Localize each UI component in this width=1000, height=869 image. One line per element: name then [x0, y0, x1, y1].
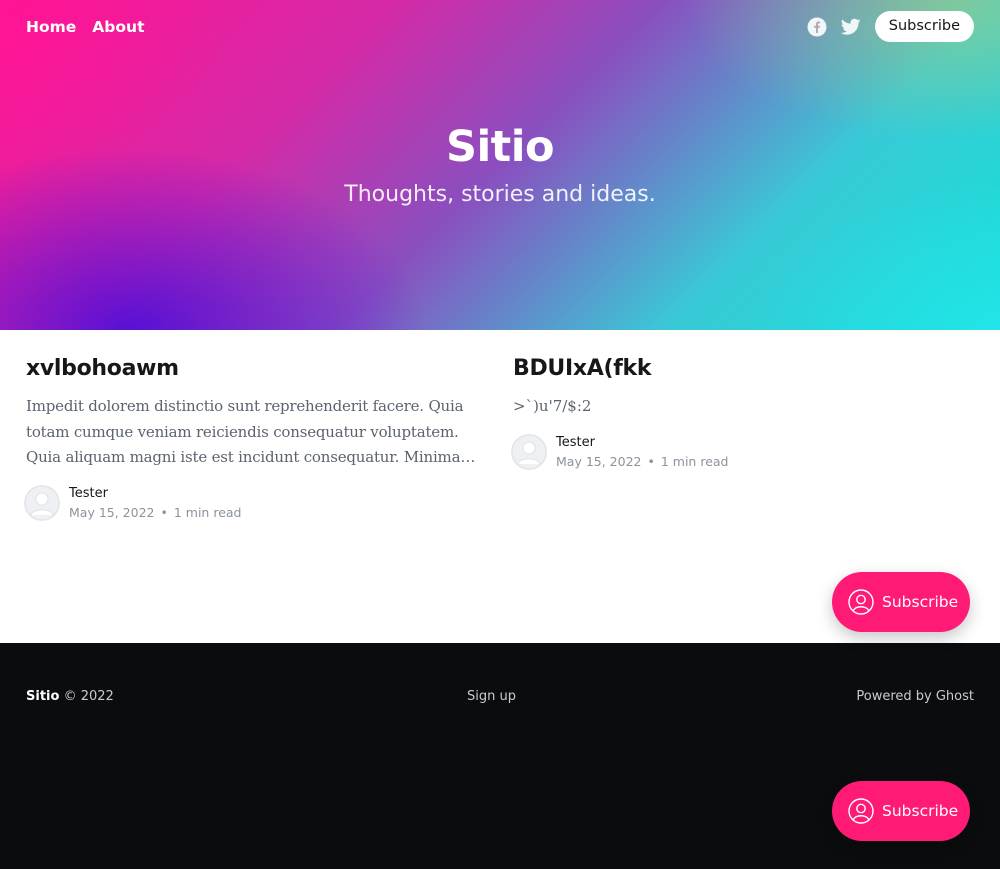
site-header: Home About Subscribe Sitio Thoughts, sto…: [0, 0, 1000, 330]
nav-home-link[interactable]: Home: [26, 18, 76, 36]
site-title: Sitio: [445, 122, 555, 172]
post-read-time: 1 min read: [173, 505, 242, 520]
portal-subscribe-button[interactable]: Subscribe: [832, 781, 970, 841]
site-description: Thoughts, stories and ideas.: [344, 182, 656, 207]
avatar[interactable]: [511, 434, 547, 470]
avatar[interactable]: [24, 485, 60, 521]
portal-subscribe-label: Subscribe: [882, 802, 959, 820]
footer-signup-link[interactable]: Sign up: [467, 689, 516, 704]
post-date: May 15, 2022: [69, 505, 155, 520]
user-circle-icon: [848, 589, 874, 615]
post-card[interactable]: BDUIxA(fkk >`)u'7/$:2: [513, 356, 973, 420]
portal-subscribe-label: Subscribe: [882, 593, 959, 611]
post-meta: Tester May 15, 2022 • 1 min read: [24, 485, 241, 521]
user-circle-icon: [848, 798, 874, 824]
post-excerpt: Impedit dolorem distinctio sunt reprehen…: [26, 397, 464, 466]
header-actions: Subscribe: [807, 11, 974, 42]
post-meta: Tester May 15, 2022 • 1 min read: [511, 434, 728, 470]
post-author[interactable]: Tester: [69, 486, 241, 501]
post-card[interactable]: xvlbohoawm Impedit dolorem distinctio su…: [26, 356, 486, 471]
user-avatar-icon: [24, 485, 60, 521]
post-excerpt: >`)u'7/$:2: [513, 397, 592, 415]
post-title[interactable]: xvlbohoawm: [26, 356, 486, 381]
post-read-time: 1 min read: [660, 454, 729, 469]
powered-by-ghost-link[interactable]: Powered by Ghost: [856, 689, 974, 704]
main-nav: Home About: [26, 18, 144, 36]
facebook-icon[interactable]: [807, 17, 827, 37]
user-avatar-icon: [511, 434, 547, 470]
twitter-icon[interactable]: [840, 17, 861, 37]
meta-separator: •: [647, 454, 655, 469]
portal-subscribe-button[interactable]: Subscribe: [832, 572, 970, 632]
footer-copyright: Sitio © 2022: [26, 689, 114, 704]
header-subscribe-button[interactable]: Subscribe: [874, 11, 974, 42]
post-title[interactable]: BDUIxA(fkk: [513, 356, 973, 381]
footer-site-name[interactable]: Sitio: [26, 689, 59, 704]
meta-separator: •: [160, 505, 168, 520]
nav-about-link[interactable]: About: [92, 18, 144, 36]
post-date: May 15, 2022: [556, 454, 642, 469]
footer-copyright-year: © 2022: [63, 689, 114, 704]
post-author[interactable]: Tester: [556, 435, 728, 450]
